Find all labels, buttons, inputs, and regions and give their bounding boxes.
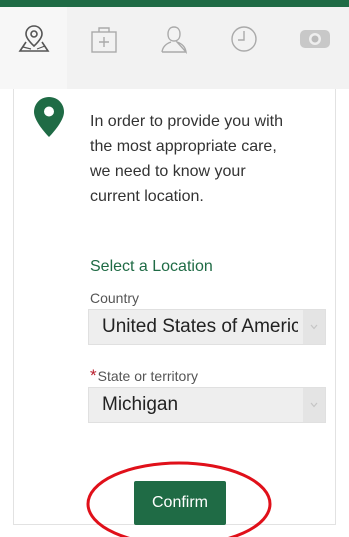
map-icon [18,25,50,52]
chevron-down-icon [303,310,325,344]
select-location-heading: Select a Location [90,258,213,275]
tab-profile[interactable] [149,14,199,64]
location-explanation-text: In order to provide you with the most ap… [90,113,283,205]
state-select-value: Michigan [102,394,179,415]
clock-icon [231,26,257,52]
video-camera-icon [300,30,330,48]
chevron-down-icon [303,388,325,422]
country-select-value: United States of America [102,316,298,337]
required-marker: * [90,366,97,385]
medical-kit-icon [91,27,117,53]
tab-video[interactable] [289,14,339,64]
tab-medical[interactable] [79,14,129,64]
tab-location[interactable] [9,14,59,64]
person-icon [161,26,188,55]
app-frame: In order to provide you with the most ap… [0,0,349,537]
state-select[interactable]: Michigan [88,387,326,423]
country-select[interactable]: United States of America [88,309,326,345]
location-pin-icon [32,96,66,143]
country-label: Country [90,290,140,306]
top-accent-bar [0,0,349,7]
state-label: *State or territory [90,366,198,386]
state-label-text: State or territory [97,368,198,384]
tab-history[interactable] [219,14,269,64]
confirm-button[interactable]: Confirm [134,481,226,525]
